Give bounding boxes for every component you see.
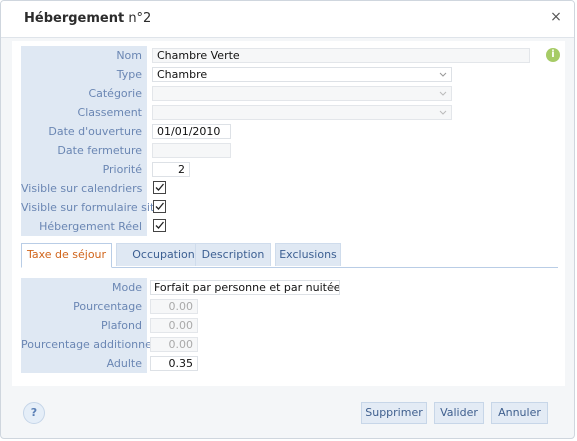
- mode-select[interactable]: Forfait par personne et par nuitée: [150, 280, 340, 295]
- label-hebergement-reel: Hébergement Réel: [39, 220, 142, 233]
- supprimer-button[interactable]: Supprimer: [361, 402, 427, 424]
- hebergement-reel-checkbox[interactable]: [153, 219, 166, 232]
- label-type: Type: [116, 68, 142, 81]
- label-date-fermeture: Date fermeture: [57, 144, 142, 157]
- row-pourcentage-additionnel: Pourcentage additionnel 0.00: [21, 335, 561, 354]
- pourcentage-additionnel-input[interactable]: 0.00: [150, 337, 198, 352]
- label-date-ouverture: Date d'ouverture: [48, 125, 142, 138]
- checkmark-icon: [155, 202, 164, 210]
- label-priorite: Priorité: [102, 163, 142, 176]
- close-icon[interactable]: ×: [548, 9, 564, 25]
- row-categorie: Catégorie: [21, 84, 561, 103]
- dialog-title: Hébergement n°2: [24, 11, 151, 26]
- adulte-input[interactable]: 0.35: [150, 356, 198, 371]
- categorie-select[interactable]: [152, 86, 452, 101]
- dialog-title-suffix: n°2: [124, 11, 152, 26]
- pourcentage-input[interactable]: 0.00: [150, 299, 198, 314]
- row-priorite: Priorité 2: [21, 160, 561, 179]
- nom-input[interactable]: Chambre Verte: [152, 48, 530, 63]
- label-pourcentage-additionnel: Pourcentage additionnel: [21, 338, 155, 351]
- row-visible-formulaire: Visible sur formulaire site: [21, 198, 561, 217]
- dialog-title-main: Hébergement: [24, 11, 125, 26]
- dialog-footer: ? Supprimer Valider Annuler: [1, 396, 574, 438]
- row-type: Type Chambre: [21, 65, 561, 84]
- visible-formulaire-checkbox[interactable]: [153, 200, 166, 213]
- row-classement: Classement: [21, 103, 561, 122]
- classement-select[interactable]: [152, 105, 452, 120]
- chevron-down-icon: [439, 110, 447, 115]
- label-plafond: Plafond: [101, 319, 142, 332]
- checkmark-icon: [155, 183, 164, 191]
- plafond-input[interactable]: 0.00: [150, 318, 198, 333]
- help-icon[interactable]: ?: [23, 402, 45, 424]
- row-plafond: Plafond 0.00: [21, 316, 561, 335]
- tab-description[interactable]: Description: [195, 243, 271, 266]
- row-hebergement-reel: Hébergement Réel: [21, 217, 561, 236]
- label-classement: Classement: [77, 106, 142, 119]
- annuler-button[interactable]: Annuler: [491, 402, 548, 424]
- row-visible-calendriers: Visible sur calendriers: [21, 179, 561, 198]
- tab-exclusions[interactable]: Exclusions: [275, 243, 341, 266]
- checkmark-icon: [155, 221, 164, 229]
- chevron-down-icon: [439, 91, 447, 96]
- label-mode: Mode: [112, 281, 142, 294]
- tab-taxe-de-sejour[interactable]: Taxe de séjour: [21, 243, 112, 268]
- row-pourcentage: Pourcentage 0.00: [21, 297, 561, 316]
- type-select-value: Chambre: [157, 68, 208, 81]
- label-visible-formulaire: Visible sur formulaire site: [21, 201, 162, 214]
- row-nom: Nom Chambre Verte: [21, 46, 561, 65]
- label-categorie: Catégorie: [88, 87, 142, 100]
- priorite-input[interactable]: 2: [152, 162, 190, 177]
- tab-bar: Taxe de séjour Occupation Description Ex…: [21, 243, 558, 268]
- chevron-down-icon: [327, 285, 335, 290]
- date-fermeture-input[interactable]: [152, 143, 231, 158]
- label-adulte: Adulte: [106, 357, 142, 370]
- info-icon[interactable]: i: [546, 48, 560, 62]
- row-date-fermeture: Date fermeture: [21, 141, 561, 160]
- hebergement-dialog: Hébergement n°2 × Nom Chambre Verte i Ty…: [0, 0, 575, 439]
- label-visible-calendriers: Visible sur calendriers: [21, 182, 143, 195]
- type-select[interactable]: Chambre: [152, 67, 452, 82]
- row-date-ouverture: Date d'ouverture 01/01/2010: [21, 122, 561, 141]
- dialog-titlebar[interactable]: Hébergement n°2 ×: [1, 1, 574, 38]
- chevron-down-icon: [439, 72, 447, 77]
- valider-button[interactable]: Valider: [434, 402, 484, 424]
- row-mode: Mode Forfait par personne et par nuitée: [21, 278, 561, 297]
- mode-select-value: Forfait par personne et par nuitée: [154, 281, 340, 294]
- label-nom: Nom: [116, 49, 142, 62]
- label-pourcentage: Pourcentage: [73, 300, 142, 313]
- date-ouverture-input[interactable]: 01/01/2010: [152, 124, 231, 139]
- visible-calendriers-checkbox[interactable]: [153, 181, 166, 194]
- row-adulte: Adulte 0.35: [21, 354, 561, 373]
